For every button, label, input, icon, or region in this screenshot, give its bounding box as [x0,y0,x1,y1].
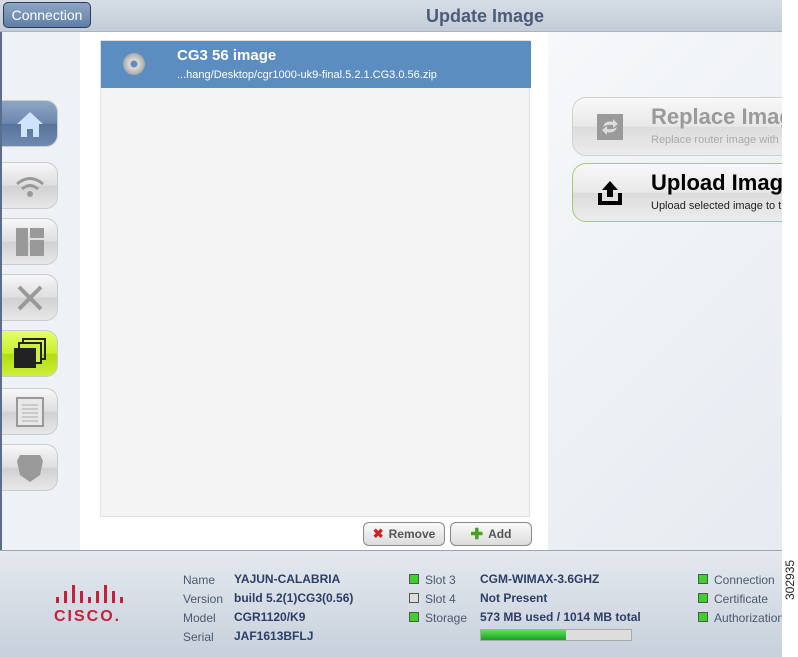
actions-panel: Replace Image Replace router image with … [548,32,782,550]
status-footer: CISCO. Name YAJUN-CALABRIA Version build… [0,550,782,657]
cisco-logo: CISCO. [54,585,123,625]
wifi-icon [15,176,44,197]
main-panel: CG3 56 image ...hang/Desktop/cgr1000-uk9… [80,32,548,550]
tools-icon [17,285,42,310]
storage-progress-bar [480,629,632,641]
sidebar-item-dashboard[interactable] [2,218,58,265]
page-title: Update Image [425,6,544,26]
authorization-status-label: Authorization [714,611,782,625]
upload-title: Upload Image [651,170,782,195]
figure-id: 302935 [783,559,797,600]
certificate-status-label: Certificate [714,592,769,606]
sidebar-item-home[interactable] [2,100,58,147]
serial-label: Serial [183,630,214,644]
document-list-icon [15,396,44,427]
add-button[interactable]: ✚ Add [450,522,532,546]
name-value: YAJUN-CALABRIA [234,572,341,586]
upload-image-button[interactable]: Upload Image Upload selected image to t [572,163,782,222]
replace-icon [597,114,623,140]
authorization-status-led [698,612,708,622]
svg-text:CISCO.: CISCO. [54,608,121,625]
connection-button[interactable]: Connection [3,2,91,28]
remove-label: Remove [388,527,436,541]
storage-value: 573 MB used / 1014 MB total [480,610,641,624]
replace-title: Replace Image [651,104,782,129]
model-label: Model [183,611,216,625]
add-label: Add [488,527,512,541]
upload-icon [598,181,622,205]
remove-icon: ✖ [372,526,384,541]
home-icon [16,111,43,137]
layout-icon [15,227,44,256]
sidebar [0,32,80,550]
slot3-label: Slot 3 [425,573,456,587]
sidebar-item-wireless[interactable] [2,162,58,209]
upload-subtitle: Upload selected image to t [651,200,782,212]
name-label: Name [183,573,216,587]
storage-progress-fill [481,630,566,640]
serial-value: JAF1613BFLJ [234,629,314,643]
certificate-status-led [698,593,708,603]
slot3-value: CGM-WIMAX-3.6GHZ [480,572,600,586]
plus-icon: ✚ [470,526,484,543]
disc-icon [123,53,145,75]
version-value: build 5.2(1)CG3(0.56) [234,591,354,605]
list-item[interactable]: CG3 56 image ...hang/Desktop/cgr1000-uk9… [101,41,531,88]
slot4-status-led [409,593,419,603]
slot3-status-led [409,574,419,584]
connection-status-led [698,574,708,584]
image-list[interactable]: CG3 56 image ...hang/Desktop/cgr1000-uk9… [100,40,531,517]
app-window: Connection Update Image CG3 56 image ...… [0,0,782,657]
slot4-label: Slot 4 [425,592,456,606]
sidebar-item-logs[interactable] [2,388,58,435]
storage-label: Storage [425,611,468,625]
storage-status-led [409,612,419,622]
sidebar-item-tools[interactable] [2,274,58,321]
model-value: CGR1120/K9 [234,610,306,624]
stacked-windows-icon [13,337,46,368]
image-path: ...hang/Desktop/cgr1000-uk9-final.5.2.1.… [177,69,437,81]
connection-status-label: Connection [714,573,775,587]
slot4-value: Not Present [480,591,548,605]
version-label: Version [183,592,224,606]
sidebar-item-security[interactable] [2,444,58,491]
replace-subtitle: Replace router image with [651,134,779,146]
image-name: CG3 56 image [177,47,277,64]
sidebar-item-image-management[interactable] [2,330,58,377]
header: Connection Update Image [0,0,782,32]
remove-button[interactable]: ✖ Remove [363,522,445,546]
replace-image-button[interactable]: Replace Image Replace router image with [572,97,782,156]
shield-icon [16,454,43,482]
